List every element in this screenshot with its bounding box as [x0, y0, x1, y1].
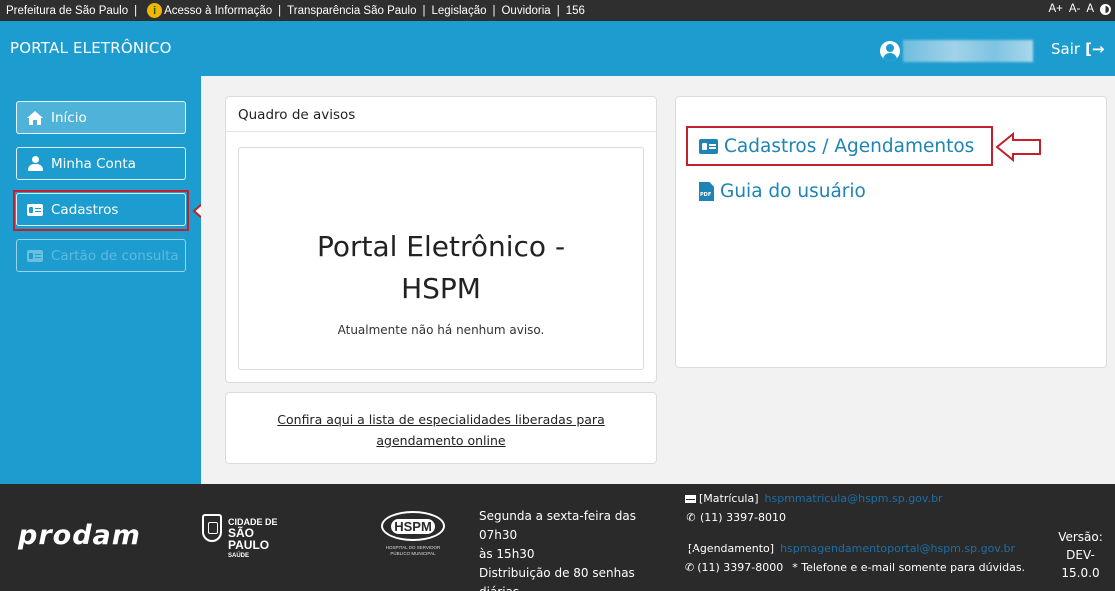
- portal-brand[interactable]: PORTAL ELETRÔNICO: [10, 39, 172, 57]
- specialties-link[interactable]: Confira aqui a lista de especialidades l…: [226, 409, 656, 451]
- user-name-redacted: [903, 40, 1033, 62]
- notice-heading: Portal Eletrônico - HSPM: [239, 226, 643, 310]
- service-hours: Segunda a sexta-feira das 07h30 às 15h30…: [479, 507, 674, 591]
- divider: [226, 131, 656, 132]
- logout-label: Sair: [1051, 40, 1081, 58]
- info-icon: i: [147, 3, 163, 18]
- separator: |: [422, 4, 426, 17]
- sp-logo-line2: SÃO PAULO: [228, 526, 270, 552]
- hspm-logo: HSPM HOSPITAL DO SERVIDOR PÚBLICO MUNICI…: [381, 511, 451, 563]
- hours-line1: Segunda a sexta-feira das 07h30: [479, 509, 636, 542]
- sidebar: Início Minha Conta Cadastros Cartão de c…: [0, 76, 201, 484]
- gov-link-transparencia[interactable]: Transparência São Paulo: [287, 5, 416, 17]
- city-crest-icon: [202, 514, 222, 542]
- user-icon: [27, 156, 43, 172]
- hours-line4: diárias: [479, 583, 674, 591]
- agendamento-email-link[interactable]: hspmagendamentoportal@hspm.sp.gov.br: [780, 542, 1015, 555]
- font-size-controls: A+ A- A: [1048, 3, 1111, 15]
- version-info: Versão: DEV-15.0.0: [1053, 528, 1108, 582]
- contrast-icon[interactable]: [1100, 4, 1111, 15]
- logout-button[interactable]: Sair [→: [1051, 40, 1105, 58]
- gov-link-156[interactable]: 156: [566, 5, 585, 17]
- id-card-icon: [27, 248, 43, 264]
- footer: prodam CIDADE DE SÃO PAULO SAÚDE HSPM HO…: [0, 484, 1115, 591]
- hspm-logo-subtitle: HOSPITAL DO SERVIDOR PÚBLICO MUNICIPAL: [385, 545, 441, 556]
- separator: |: [278, 4, 282, 17]
- notice-heading-line1: Portal Eletrônico -: [316, 230, 566, 263]
- highlight-box-cadastros-agendamentos: [686, 126, 993, 166]
- highlight-box-cadastros: [13, 190, 189, 231]
- hours-line3: Distribuição de 80 senhas: [479, 566, 635, 580]
- version-label: Versão:: [1058, 530, 1103, 544]
- sidebar-item-inicio[interactable]: Início: [16, 101, 186, 134]
- separator: |: [134, 4, 138, 17]
- user-avatar-icon: [880, 41, 900, 61]
- notice-heading-line2: HSPM: [401, 272, 481, 305]
- notice-board-panel: Quadro de avisos Portal Eletrônico - HSP…: [225, 96, 657, 383]
- sao-paulo-saude-logo: CIDADE DE SÃO PAULO SAÚDE: [202, 514, 292, 559]
- specialties-link-line2: agendamento online: [376, 433, 506, 448]
- agendamento-label: [Agendamento]: [688, 542, 775, 555]
- phone-icon: ✆: [685, 561, 695, 574]
- version-value: DEV-15.0.0: [1061, 548, 1100, 580]
- separator: |: [492, 4, 496, 17]
- sidebar-item-cartao-consulta[interactable]: Cartão de consulta: [16, 239, 186, 272]
- notice-message: Atualmente não há nenhum aviso.: [337, 323, 545, 337]
- sidebar-item-label: Minha Conta: [51, 155, 136, 172]
- agendamento-phone: (11) 3397-8000: [697, 561, 784, 574]
- pdf-file-icon: PDF: [699, 182, 714, 201]
- sp-logo-line3: SAÚDE: [228, 553, 250, 559]
- gov-link-acesso-informacao[interactable]: Acesso à Informação: [164, 5, 272, 17]
- sidebar-item-label: Cartão de consulta: [51, 247, 179, 264]
- phone-icon: ✆: [686, 511, 696, 524]
- sign-out-icon: [→: [1085, 40, 1105, 58]
- hours-line2: às 15h30: [479, 547, 535, 561]
- specialties-panel: Confira aqui a lista de especialidades l…: [225, 392, 657, 464]
- matricula-email-link[interactable]: hspmmatricula@hspm.sp.gov.br: [765, 492, 943, 505]
- envelope-icon: [685, 494, 696, 503]
- specialties-link-line1: Confira aqui a lista de especialidades l…: [277, 412, 605, 427]
- separator: |: [556, 4, 560, 17]
- guia-usuario-label: Guia do usuário: [720, 181, 866, 202]
- app-header: PORTAL ELETRÔNICO Sair [→: [0, 21, 1115, 76]
- prodam-logo: prodam: [18, 520, 141, 551]
- gov-link-legislacao[interactable]: Legislação: [432, 5, 487, 17]
- hspm-logo-name: HSPM: [391, 518, 435, 534]
- matricula-phone: (11) 3397-8010: [700, 511, 787, 524]
- font-decrease-button[interactable]: A-: [1069, 3, 1081, 15]
- contacts: [Matrícula] hspmmatricula@hspm.sp.gov.br…: [685, 489, 1025, 577]
- contact-note: * Telefone e e-mail somente para dúvidas…: [792, 561, 1026, 574]
- font-reset-button[interactable]: A: [1086, 3, 1094, 15]
- gov-link-prefeitura[interactable]: Prefeitura de São Paulo: [6, 5, 128, 17]
- font-increase-button[interactable]: A+: [1048, 3, 1062, 15]
- left-arrow-icon: [995, 131, 1041, 163]
- sidebar-item-label: Início: [51, 109, 87, 126]
- gov-top-bar: Prefeitura de São Paulo | i Acesso à Inf…: [0, 0, 1115, 21]
- guia-usuario-link[interactable]: PDF Guia do usuário: [699, 181, 866, 202]
- gov-link-ouvidoria[interactable]: Ouvidoria: [501, 5, 550, 17]
- home-icon: [27, 110, 43, 126]
- sidebar-item-minha-conta[interactable]: Minha Conta: [16, 147, 186, 180]
- matricula-label: [Matrícula]: [699, 492, 759, 505]
- notice-board-title: Quadro de avisos: [238, 107, 356, 123]
- notice-card: Portal Eletrônico - HSPM Atualmente não …: [238, 147, 644, 370]
